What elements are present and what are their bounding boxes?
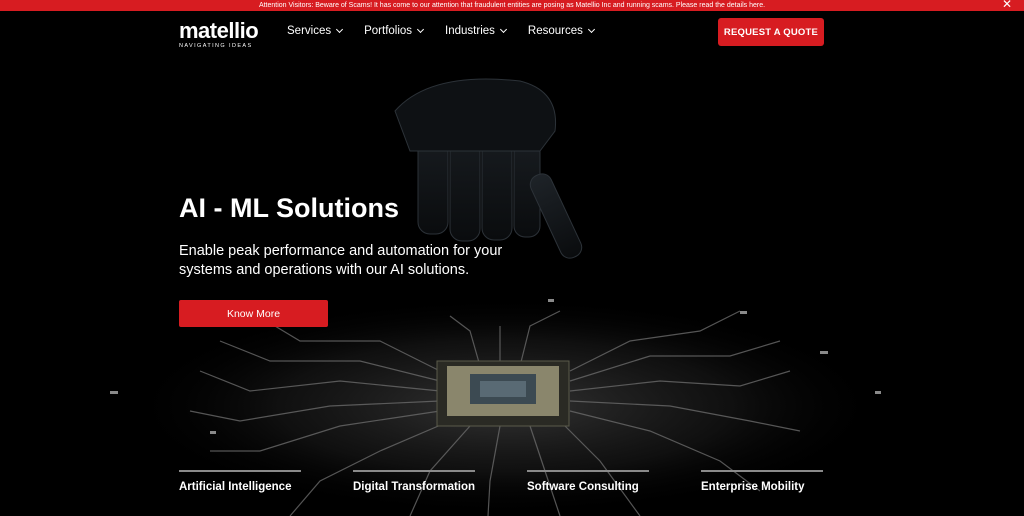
service-tab-artificial-intelligence[interactable]: Artificial Intelligence — [179, 470, 301, 493]
nav-item-resources[interactable]: Resources — [527, 25, 595, 37]
request-quote-button[interactable]: REQUEST A QUOTE — [718, 18, 824, 46]
chevron-down-icon — [417, 25, 425, 34]
chevron-down-icon — [587, 25, 595, 34]
hero-subtitle: Enable peak performance and automation f… — [179, 243, 503, 278]
scam-alert-text[interactable]: Attention Visitors: Beware of Scams! It … — [259, 0, 765, 11]
close-icon[interactable]: ✕ — [1002, 0, 1012, 10]
nav-item-services[interactable]: Services — [287, 25, 344, 37]
service-tab-software-consulting[interactable]: Software Consulting — [527, 470, 649, 493]
nav-item-label: Resources — [527, 25, 583, 37]
nav-item-label: Portfolios — [364, 25, 413, 37]
nav-item-portfolios[interactable]: Portfolios — [364, 25, 425, 37]
chevron-down-icon — [336, 25, 344, 34]
matellio-logo[interactable]: matellio NAVIGATING IDEAS — [179, 18, 259, 50]
service-tab-enterprise-mobility[interactable]: Enterprise Mobility — [701, 470, 823, 493]
nav-item-label: Industries — [445, 25, 495, 37]
chevron-down-icon — [499, 25, 507, 34]
nav-item-industries[interactable]: Industries — [445, 25, 507, 37]
service-tabs: Artificial Intelligence Digital Transfor… — [179, 470, 875, 493]
cpu-chip — [436, 360, 570, 427]
hero-title: AI - ML Solutions — [179, 193, 399, 223]
logo-tagline: NAVIGATING IDEAS — [179, 43, 253, 49]
scam-alert-bar: Attention Visitors: Beware of Scams! It … — [0, 0, 1024, 11]
robot-hand — [394, 78, 583, 259]
logo-wordmark: matellio — [179, 18, 259, 43]
know-more-button[interactable]: Know More — [179, 300, 328, 327]
service-tab-digital-transformation[interactable]: Digital Transformation — [353, 470, 475, 493]
site-header: matellio NAVIGATING IDEAS Services Portf… — [0, 11, 1024, 55]
main-nav: Services Portfolios Industries Resources — [287, 25, 616, 37]
nav-item-label: Services — [287, 25, 332, 37]
